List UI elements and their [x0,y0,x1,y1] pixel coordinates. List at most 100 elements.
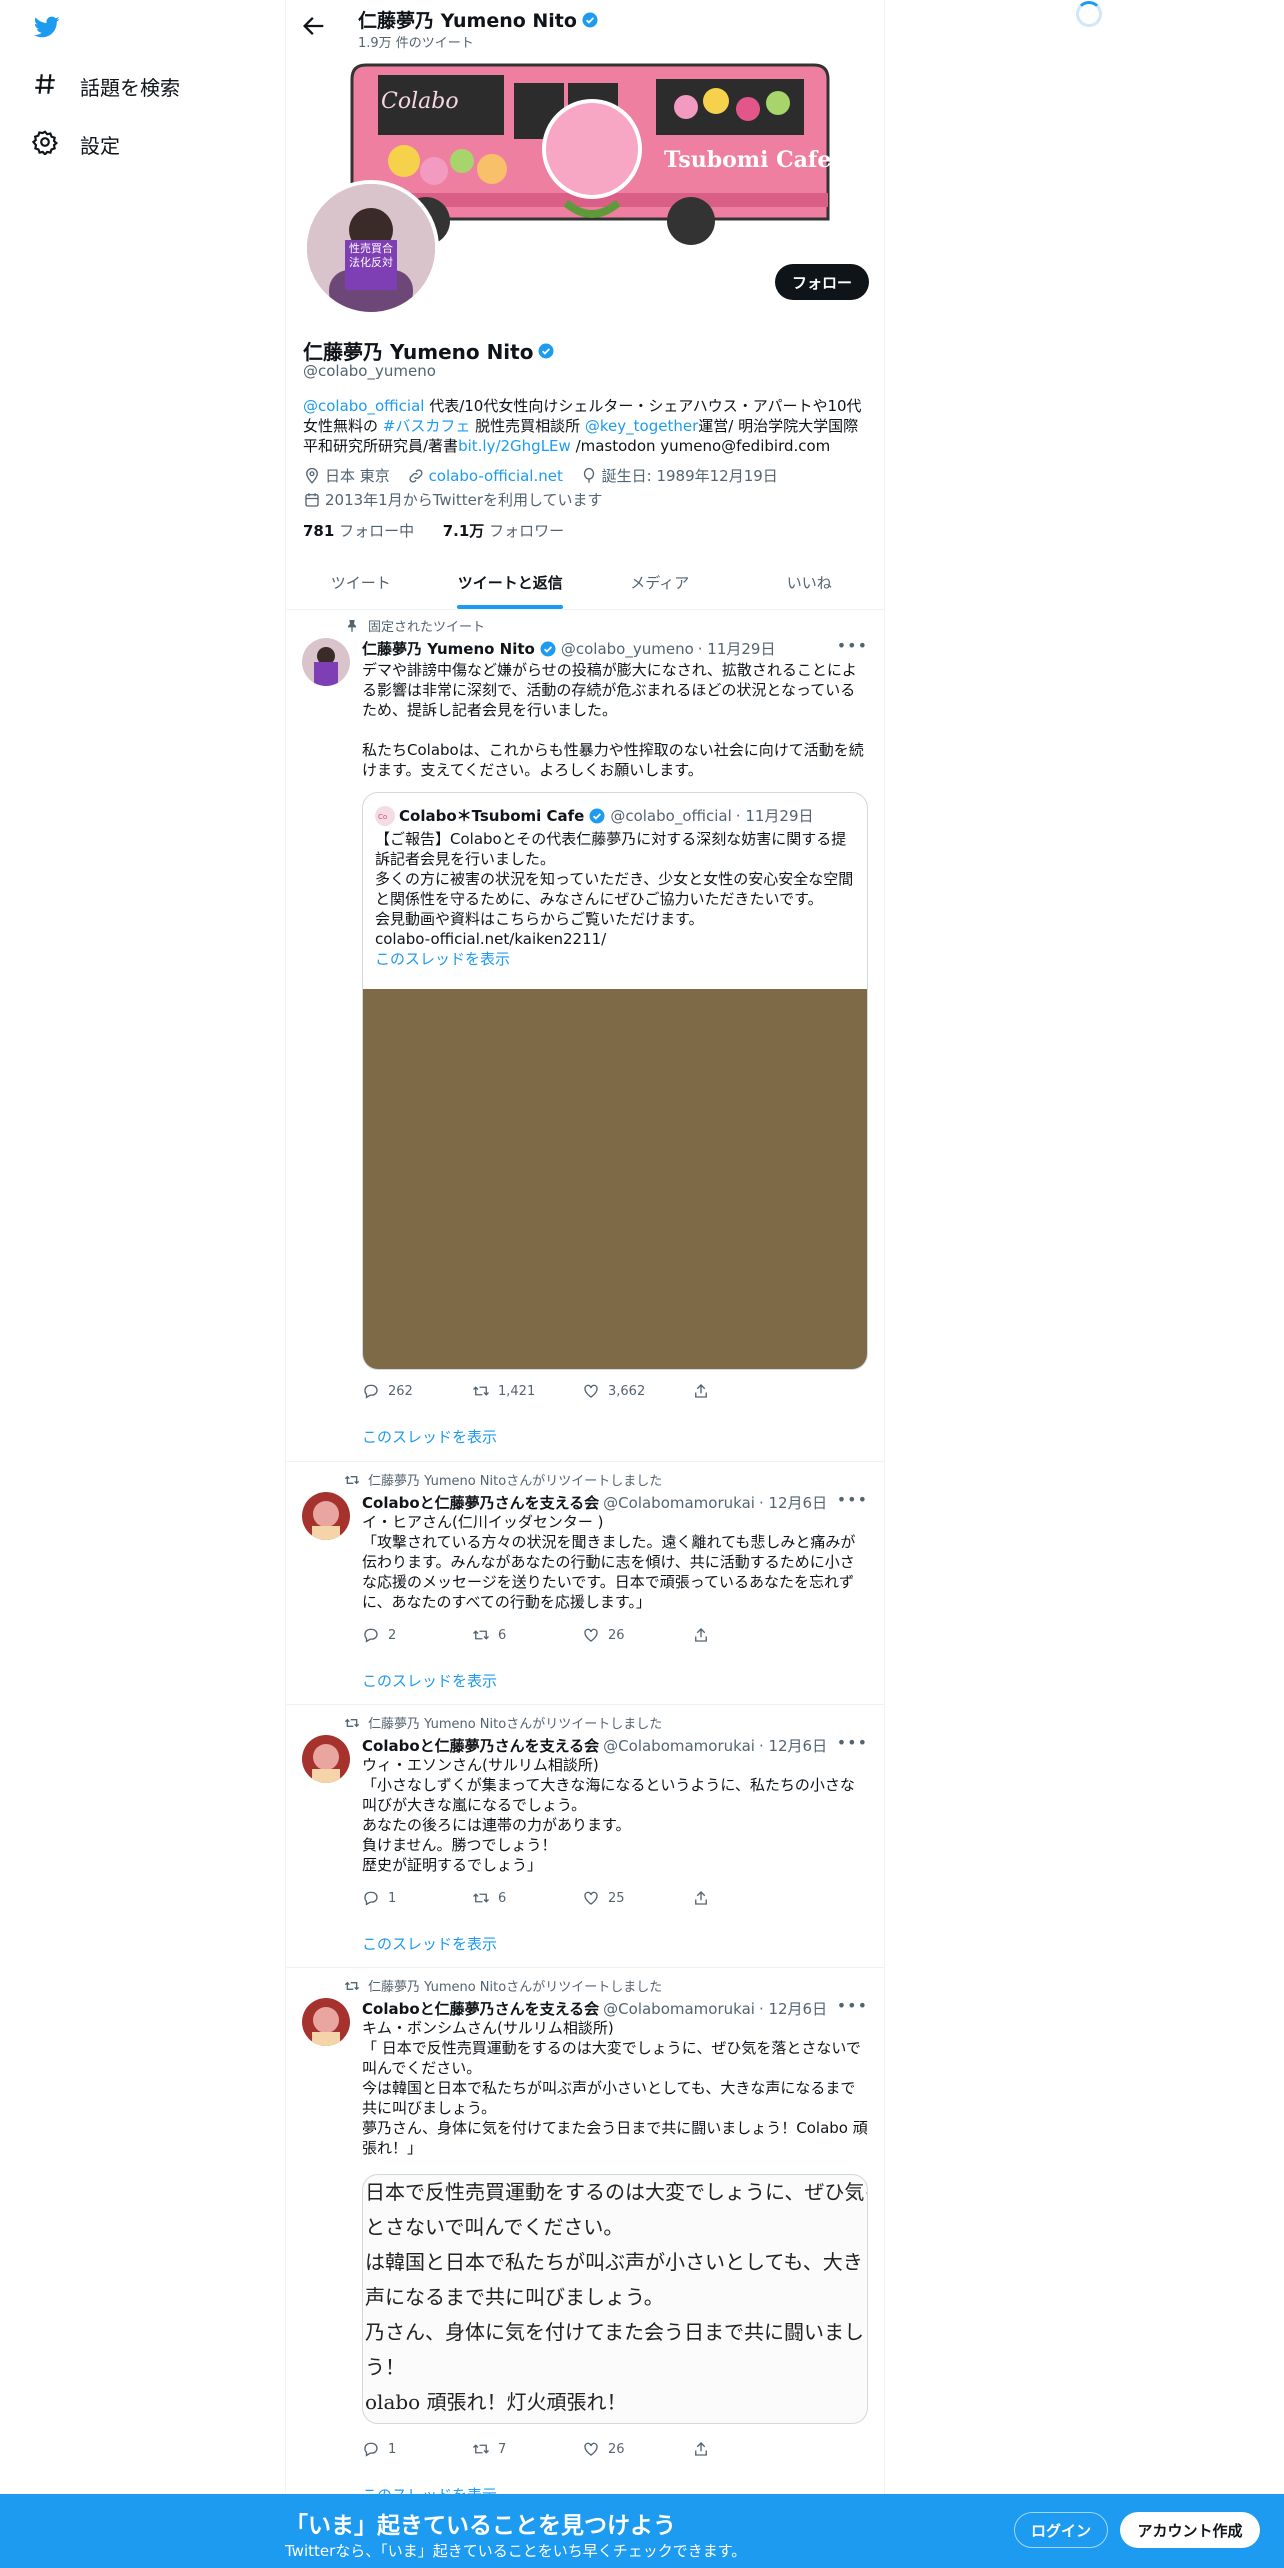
author-name[interactable]: Colaboと仁藤夢乃さんを支える会 [362,1998,599,2019]
quoted-tweet[interactable]: Co Colabo＊Tsubomi Cafe @colabo_official … [362,792,868,1370]
tweet-header: Colaboと仁藤夢乃さんを支える会 @Colabomamorukai · 12… [362,1998,827,2019]
bio-text: /mastodon yumeno@fedibird.com [570,437,831,455]
tweet-header: 仁藤夢乃 Yumeno Nito @colabo_yumeno · 11月29日 [362,638,775,659]
tweet-header: Colaboと仁藤夢乃さんを支える会 @Colabomamorukai · 12… [362,1735,827,1756]
nav-explore-label: 話題を検索 [80,75,180,100]
tweet-item[interactable]: 固定されたツイート 仁藤夢乃 Yumeno Nito @colabo_yumen… [286,610,884,1462]
bio-hashtag-buscafe[interactable]: #バスカフェ [383,417,471,435]
more-options-icon[interactable]: ••• [837,1996,868,2015]
show-thread-link[interactable]: このスレッドを表示 [362,1426,497,1447]
retweet-icon [473,2444,489,2454]
quote-author-handle: @colabo_official [610,806,732,825]
share-button[interactable] [692,1626,802,1644]
show-thread-link[interactable]: このスレッドを表示 [362,1933,497,1954]
tweet-item[interactable]: 仁藤夢乃 Yumeno Nitoさんがリツイートしました Colaboと仁藤夢乃… [286,1462,884,1705]
reply-button[interactable]: 1 [362,1889,472,1907]
follow-button[interactable]: フォロー [775,264,869,300]
share-button[interactable] [692,2440,802,2458]
pinned-indicator: 固定されたツイート [332,616,485,635]
tweet-date[interactable]: · 11月29日 [698,638,776,659]
tweet-item[interactable]: 仁藤夢乃 Yumeno Nitoさんがリツイートしました Colaboと仁藤夢乃… [286,1705,884,1968]
more-options-icon[interactable]: ••• [837,1733,868,1752]
verified-badge-icon [582,12,598,27]
author-handle[interactable]: @colabo_yumeno [561,640,694,658]
avatar[interactable] [302,1735,350,1783]
quote-header: Co Colabo＊Tsubomi Cafe @colabo_official … [375,805,814,826]
like-button[interactable]: 25 [582,1889,692,1907]
following-label: フォロー中 [339,522,415,540]
author-handle[interactable]: @Colabomamorukai [603,1737,755,1755]
retweet-button[interactable]: 1,421 [472,1382,582,1400]
heart-icon [584,1891,598,1905]
avatar[interactable] [302,1998,350,2046]
like-button[interactable]: 3,662 [582,1382,692,1400]
avatar[interactable] [302,638,350,686]
retweet-button[interactable]: 7 [472,2440,582,2458]
nav-explore[interactable]: 話題を検索 [32,66,180,106]
more-options-icon[interactable]: ••• [837,1490,868,1509]
tweet-date[interactable]: · 12月6日 [759,1735,827,1756]
retweet-button[interactable]: 6 [472,1626,582,1644]
birthday-text: 誕生日: 1989年12月19日 [601,467,778,485]
author-name[interactable]: 仁藤夢乃 Yumeno Nito [362,638,535,659]
login-button[interactable]: ログイン [1014,2512,1108,2548]
nav-settings[interactable]: 設定 [31,124,120,164]
profile-avatar[interactable]: 性売買合法化反対 [303,180,439,316]
share-icon [695,1891,707,1905]
website-link[interactable]: colabo-official.net [429,466,563,486]
like-button[interactable]: 26 [582,1626,692,1644]
twitter-logo-icon[interactable] [32,14,62,40]
like-button[interactable]: 26 [582,2440,692,2458]
retweet-button[interactable]: 6 [472,1889,582,1907]
profile-bio: @colabo_official 代表/10代女性向けシェルター・シェアハウス・… [303,396,869,456]
author-handle[interactable]: @Colabomamorukai [603,1494,755,1512]
share-button[interactable] [692,1382,802,1400]
followers-count: 7.1万 [442,522,485,540]
show-thread-link[interactable]: このスレッドを表示 [362,1670,497,1691]
bio-link-bitly[interactable]: bit.ly/2GhgLEw [458,437,571,455]
tweet-text: イ・ヒアさん(仁川イッダセンター ) 「攻撃されている方々の状況を聞きました。遠… [362,1513,856,1611]
location-text: 日本 東京 [325,467,390,485]
header-name: 仁藤夢乃 Yumeno Nito [358,6,599,33]
balloon-icon [583,467,594,483]
tweet-actions: 2 6 26 [362,1626,802,1644]
bio-link-key-together[interactable]: @key_together [585,417,698,435]
quote-date: · 11月29日 [735,807,814,825]
reply-button[interactable]: 262 [362,1382,472,1400]
bio-link-colabo-official[interactable]: @colabo_official [303,397,424,415]
tab-tweets-and-replies[interactable]: ツイートと返信 [436,556,586,609]
image-text-line: 乃さん、身体に気を付けてまた会う日まで共に闘いまし [365,2320,864,2344]
tweet-date[interactable]: · 12月6日 [759,1492,827,1513]
quote-show-thread-link[interactable]: このスレッドを表示 [375,950,510,968]
share-button[interactable] [692,1889,802,1907]
following-link[interactable]: 781 フォロー中 [303,522,414,540]
pinned-label: 固定されたツイート [368,620,486,635]
author-name[interactable]: Colaboと仁藤夢乃さんを支える会 [362,1492,599,1513]
more-options-icon[interactable]: ••• [837,636,868,655]
tweet-image[interactable]: 日本で反性売買運動をするのは大変でしょうに、ぜひ気を とさないで叫んでください。… [362,2174,868,2424]
avatar[interactable] [302,1492,350,1540]
reply-icon [364,1384,378,1399]
signup-prompt-subtitle: Twitterなら、「いま」起きていることをいち早くチェックできます。 [285,2542,747,2560]
tab-tweets[interactable]: ツイート [286,556,436,609]
author-handle[interactable]: @Colabomamorukai [603,2000,755,2018]
retweet-indicator: 仁藤夢乃 Yumeno Nitoさんがリツイートしました [332,1713,662,1732]
profile-birthday: 誕生日: 1989年12月19日 [580,466,778,486]
image-text-line: 日本で反性売買運動をするのは大変でしょうに、ぜひ気を [365,2180,868,2204]
tweet-date[interactable]: · 12月6日 [759,1998,827,2019]
reply-button[interactable]: 1 [362,2440,472,2458]
location-pin-icon [306,467,318,484]
profile-tabs: ツイート ツイートと返信 メディア いいね [286,556,884,610]
reply-button[interactable]: 2 [362,1626,472,1644]
profile-joined: 2013年1月からTwitterを利用しています [303,490,603,510]
signup-button[interactable]: アカウント作成 [1120,2512,1260,2548]
back-arrow-icon[interactable] [300,12,328,40]
reply-count: 1 [388,1890,397,1906]
tab-media[interactable]: メディア [585,556,735,609]
tab-likes[interactable]: いいね [735,556,885,609]
tweet-item[interactable]: 仁藤夢乃 Yumeno Nitoさんがリツイートしました Colaboと仁藤夢乃… [286,1968,884,2504]
quote-media[interactable] [363,989,867,1369]
followers-link[interactable]: 7.1万 フォロワー [443,522,564,540]
author-name[interactable]: Colaboと仁藤夢乃さんを支える会 [362,1735,599,1756]
profile-website[interactable]: colabo-official.net [407,466,563,486]
